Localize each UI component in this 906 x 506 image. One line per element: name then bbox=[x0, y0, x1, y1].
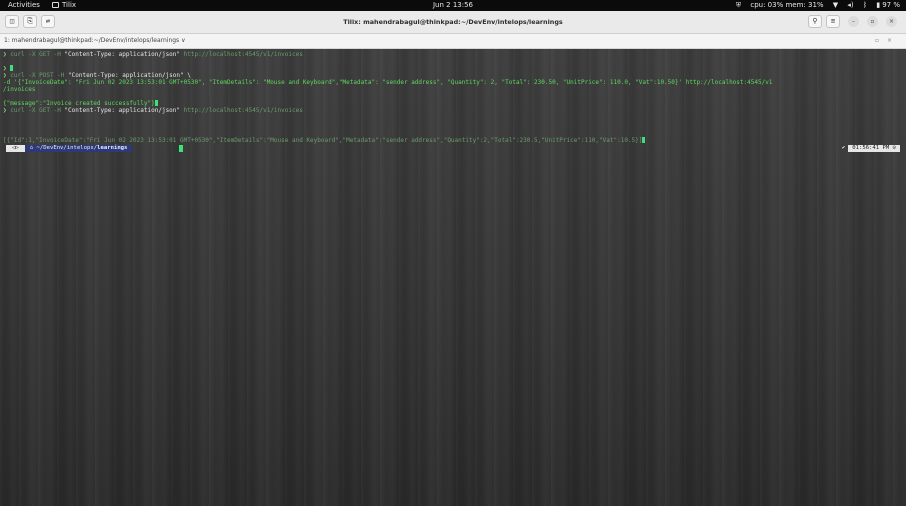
ubuntu-icon: ◁▷ bbox=[6, 145, 25, 152]
terminal-line: /invoices bbox=[3, 86, 36, 93]
terminal-line: ❯ curl -X POST -H "Content-Type: applica… bbox=[3, 72, 191, 79]
right-prompt: ✔ 01:56:41 PM ⊙ bbox=[839, 145, 900, 152]
window-title: Tilix: mahendrabagul@thinkpad:~/DevEnv/i… bbox=[343, 18, 563, 26]
bluetooth-icon[interactable]: ᛒ bbox=[863, 1, 867, 9]
session-label[interactable]: 1: mahendrabagul@thinkpad:~/DevEnv/intel… bbox=[4, 34, 185, 48]
terminal-line: ❯ curl -X GET -H "Content-Type: applicat… bbox=[3, 107, 303, 114]
cursor bbox=[642, 137, 646, 143]
wifi-icon[interactable]: ▼ bbox=[833, 1, 838, 9]
cursor bbox=[179, 145, 183, 152]
maximize-terminal-icon[interactable]: ▫ bbox=[875, 37, 879, 44]
terminal-line: ❯ curl -X GET -H "Content-Type: applicat… bbox=[3, 51, 303, 58]
battery-percent: 97 % bbox=[882, 1, 900, 9]
search-icon[interactable]: ⚲ bbox=[808, 15, 822, 28]
menu-icon[interactable]: ≡ bbox=[826, 15, 840, 28]
cpu-mem-indicator[interactable]: cpu: 03% mem: 31% bbox=[750, 1, 823, 9]
terminal-session-bar: 1: mahendrabagul@thinkpad:~/DevEnv/intel… bbox=[0, 34, 906, 49]
prompt-time: 01:56:41 PM ⊙ bbox=[848, 145, 900, 152]
status-ok-icon: ✔ bbox=[841, 145, 846, 151]
shield-icon[interactable]: ⛨ bbox=[736, 1, 741, 9]
minimize-icon[interactable]: – bbox=[848, 16, 859, 27]
powerline-prompt: ◁▷ ⌂ ~/DevEnv/intelops/learnings bbox=[6, 145, 133, 152]
battery-icon[interactable]: ▮ bbox=[876, 1, 880, 9]
close-icon[interactable]: × bbox=[886, 16, 897, 27]
gnome-top-bar: Activities Tilix Jun 2 13:56 ⛨ cpu: 03% … bbox=[0, 0, 906, 11]
window-titlebar: ◫ ⎘ ⇄ Tilix: mahendrabagul@thinkpad:~/De… bbox=[0, 11, 906, 34]
terminal-line: {"message":"Invoice created successfully… bbox=[3, 100, 158, 107]
terminal-line: -d '{"InvoiceDate": "Fri Jun 02 2023 13:… bbox=[3, 79, 773, 86]
cursor bbox=[154, 100, 158, 106]
volume-icon[interactable]: ◂) bbox=[847, 1, 853, 9]
system-tray[interactable]: ⛨ cpu: 03% mem: 31% ▼ ◂) ᛒ ▮ 97 % bbox=[729, 0, 900, 11]
terminal-line: [{"Id":1,"InvoiceDate":"Fri Jun 02 2023 … bbox=[3, 137, 646, 144]
terminal-line: ❯ bbox=[3, 65, 14, 72]
close-terminal-icon[interactable]: × bbox=[887, 37, 892, 44]
cwd-segment: ⌂ ~/DevEnv/intelops/learnings bbox=[24, 145, 133, 152]
terminal[interactable]: ❯ curl -X GET -H "Content-Type: applicat… bbox=[0, 49, 906, 506]
maximize-icon[interactable]: ▫ bbox=[867, 16, 878, 27]
cursor bbox=[10, 65, 14, 71]
